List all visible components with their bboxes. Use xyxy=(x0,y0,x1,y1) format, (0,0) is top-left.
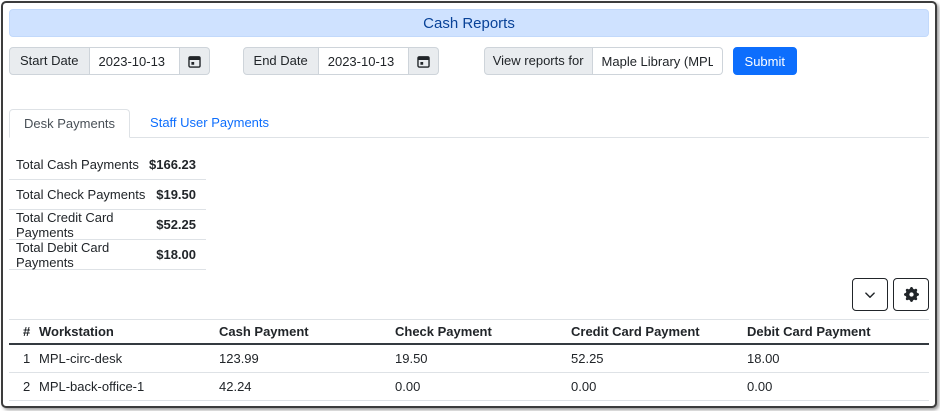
grid-header-row: # Workstation Cash Payment Check Payment… xyxy=(9,319,929,345)
row-number-cell: 2 xyxy=(9,372,31,401)
total-check-payments-row: Total Check Payments $19.50 xyxy=(9,180,206,210)
calendar-icon xyxy=(187,55,201,68)
view-reports-for-group: View reports for xyxy=(483,47,723,75)
cash-payment-cell: 123.99 xyxy=(211,344,387,373)
chevron-down-icon xyxy=(865,291,875,298)
column-header-workstation[interactable]: Workstation xyxy=(31,319,211,345)
payments-tab-bar: Desk Payments Staff User Payments xyxy=(9,109,929,138)
cash-payment-cell: 42.24 xyxy=(211,372,387,401)
column-header-debit-card-payment[interactable]: Debit Card Payment xyxy=(739,319,929,345)
workstation-cell: MPL-circ-desk xyxy=(31,344,211,373)
total-label: Total Debit Card Payments xyxy=(16,239,110,270)
start-date-group: Start Date xyxy=(9,47,210,75)
check-payment-cell: 19.50 xyxy=(387,344,563,373)
total-value: $19.50 xyxy=(156,187,196,202)
total-debit-card-payments-row: Total Debit Card Payments $18.00 xyxy=(9,240,206,270)
grid-actions-dropdown-button[interactable] xyxy=(852,278,888,311)
submit-button[interactable]: Submit xyxy=(732,47,797,75)
grid-row[interactable]: 1 MPL-circ-desk 123.99 19.50 52.25 18.00 xyxy=(9,344,929,373)
check-payment-cell: 0.00 xyxy=(387,372,563,401)
total-label: Total Check Payments xyxy=(16,187,146,202)
end-date-calendar-button[interactable] xyxy=(408,47,439,75)
library-selector-input[interactable] xyxy=(592,47,723,75)
credit-card-payment-cell: 52.25 xyxy=(563,344,739,373)
total-value: $18.00 xyxy=(156,247,196,262)
column-header-check-payment[interactable]: Check Payment xyxy=(387,319,563,345)
column-header-cash-payment[interactable]: Cash Payment xyxy=(211,319,387,345)
total-value: $166.23 xyxy=(149,157,196,172)
debit-card-payment-cell: 0.00 xyxy=(739,372,929,401)
total-label: Total Cash Payments xyxy=(16,157,139,172)
start-date-input[interactable] xyxy=(89,47,180,75)
filter-bar: Start Date End Date Vi xyxy=(9,47,929,75)
grid-settings-button[interactable] xyxy=(893,278,929,311)
calendar-icon xyxy=(417,55,430,68)
end-date-input[interactable] xyxy=(318,47,409,75)
grid-toolbar xyxy=(9,278,929,311)
payment-totals-table: Total Cash Payments $166.23 Total Check … xyxy=(9,150,206,270)
tab-staff-user-payments[interactable]: Staff User Payments xyxy=(136,109,283,137)
page-title: Cash Reports xyxy=(9,9,929,37)
total-value: $52.25 xyxy=(156,217,196,232)
total-label: Total Credit Card Payments xyxy=(16,209,114,240)
grid-row[interactable]: 2 MPL-back-office-1 42.24 0.00 0.00 0.00 xyxy=(9,372,929,401)
start-date-label: Start Date xyxy=(9,47,90,75)
start-date-calendar-button[interactable] xyxy=(179,47,210,75)
desk-payments-grid: # Workstation Cash Payment Check Payment… xyxy=(9,319,929,401)
tab-desk-payments[interactable]: Desk Payments xyxy=(9,109,131,138)
total-cash-payments-row: Total Cash Payments $166.23 xyxy=(9,150,206,180)
end-date-group: End Date xyxy=(242,47,439,75)
column-header-row-number: # xyxy=(9,319,31,345)
credit-card-payment-cell: 0.00 xyxy=(563,372,739,401)
gear-icon xyxy=(903,287,919,302)
debit-card-payment-cell: 18.00 xyxy=(739,344,929,373)
cash-reports-window: Cash Reports Start Date End Date xyxy=(1,1,937,408)
end-date-label: End Date xyxy=(242,47,319,75)
column-header-credit-card-payment[interactable]: Credit Card Payment xyxy=(563,319,739,345)
view-reports-for-label: View reports for xyxy=(483,47,593,75)
workstation-cell: MPL-back-office-1 xyxy=(31,372,211,401)
total-credit-card-payments-row: Total Credit Card Payments $52.25 xyxy=(9,210,206,240)
row-number-cell: 1 xyxy=(9,344,31,373)
